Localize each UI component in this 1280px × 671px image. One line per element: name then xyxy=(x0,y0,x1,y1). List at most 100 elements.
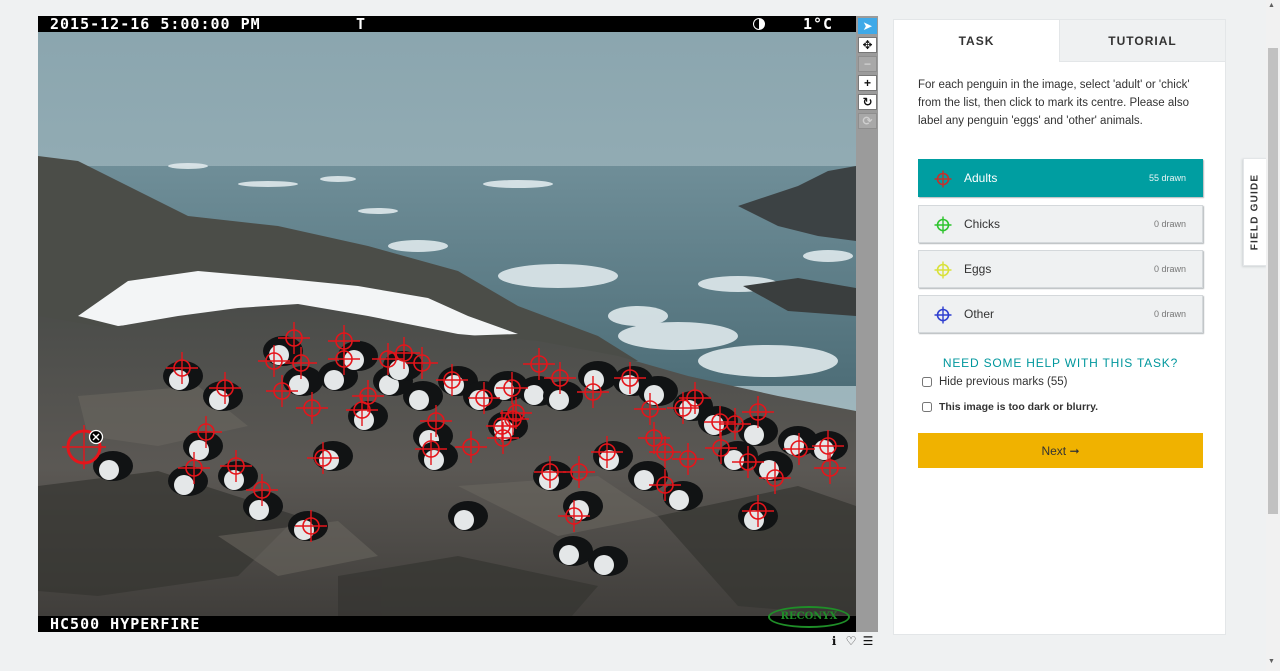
tool-option-label: Eggs xyxy=(964,262,992,276)
adult-penguin-mark[interactable] xyxy=(258,345,290,377)
tool-option-label: Adults xyxy=(964,171,998,185)
adult-penguin-mark[interactable] xyxy=(420,405,452,437)
tool-option-label: Chicks xyxy=(964,217,1001,231)
adult-penguin-mark[interactable] xyxy=(783,433,815,465)
next-button[interactable]: Next ➞ xyxy=(918,433,1203,468)
adult-penguin-mark[interactable] xyxy=(667,392,699,424)
adult-penguin-mark[interactable] xyxy=(523,348,555,380)
too-dark-row[interactable]: This image is too dark or blurry. xyxy=(922,401,1098,413)
adult-penguin-mark[interactable] xyxy=(388,337,420,369)
adult-penguin-mark[interactable] xyxy=(496,372,528,404)
pointer-icon[interactable]: ➤ xyxy=(858,18,877,34)
adult-penguin-mark[interactable] xyxy=(591,436,623,468)
image-toolbar: ➤ ✥ − + ↻ ⟳ xyxy=(856,16,878,632)
adult-penguin-mark[interactable] xyxy=(649,469,681,501)
too-dark-label: This image is too dark or blurry. xyxy=(939,401,1099,413)
hide-marks-row[interactable]: Hide previous marks (55) xyxy=(922,376,1067,388)
adult-penguin-mark[interactable] xyxy=(634,393,666,425)
adult-penguin-mark[interactable] xyxy=(732,446,764,478)
adult-penguin-mark[interactable] xyxy=(178,452,210,484)
page-scrollbar[interactable]: ▲ ▼ xyxy=(1266,0,1280,671)
adult-penguin-mark[interactable] xyxy=(672,443,704,475)
adult-penguin-mark[interactable] xyxy=(705,432,737,464)
adult-penguin-mark[interactable] xyxy=(563,456,595,488)
tool-option-count: 55 drawn xyxy=(1148,173,1186,183)
tab-tutorial[interactable]: TUTORIAL xyxy=(1059,20,1225,62)
scroll-down-icon[interactable]: ▼ xyxy=(1268,658,1275,665)
tab-task[interactable]: TASK xyxy=(894,20,1059,62)
adult-penguin-mark[interactable] xyxy=(742,396,774,428)
tool-option-count: 0 drawn xyxy=(1153,264,1186,274)
tool-option-chicks[interactable]: Chicks 0 drawn xyxy=(918,205,1203,243)
adult-penguin-mark[interactable] xyxy=(759,462,791,494)
zoom-out-icon[interactable]: − xyxy=(858,56,877,72)
camera-model: HC500 HYPERFIRE xyxy=(50,615,201,632)
too-dark-checkbox[interactable] xyxy=(922,402,932,412)
adult-penguin-mark[interactable] xyxy=(352,380,384,412)
camera-flag: T xyxy=(356,16,367,33)
task-instructions: For each penguin in the image, select 'a… xyxy=(918,79,1190,127)
moon-phase-icon xyxy=(753,18,765,30)
adult-penguin-mark[interactable] xyxy=(209,372,241,404)
rotate-icon[interactable]: ↻ xyxy=(858,94,877,110)
subject-meta-icons: ℹ ♡ ☰ xyxy=(827,634,878,648)
scrollbar-thumb[interactable] xyxy=(1268,48,1278,514)
adult-penguin-mark[interactable] xyxy=(346,394,378,426)
move-icon[interactable]: ✥ xyxy=(858,37,877,53)
tool-option-label: Other xyxy=(964,307,995,321)
adult-penguin-mark[interactable] xyxy=(220,450,252,482)
adult-penguin-mark[interactable] xyxy=(285,347,317,379)
adult-penguin-mark[interactable] xyxy=(166,352,198,384)
reset-icon[interactable]: ⟳ xyxy=(858,113,877,129)
tool-option-other[interactable]: Other 0 drawn xyxy=(918,295,1203,333)
adult-penguin-mark[interactable] xyxy=(742,495,774,527)
info-icon[interactable]: ℹ xyxy=(827,634,841,648)
adult-penguin-mark[interactable] xyxy=(295,510,327,542)
reconyx-logo: RECONYX xyxy=(768,606,850,628)
adult-penguin-mark[interactable] xyxy=(812,430,844,462)
camera-timestamp: 2015-12-16 5:00:00 PM xyxy=(50,16,261,33)
tool-option-adults[interactable]: Adults 55 drawn xyxy=(918,159,1203,197)
camera-model-bar: HC500 HYPERFIRE xyxy=(38,616,856,632)
adult-penguin-mark[interactable] xyxy=(190,416,222,448)
scroll-up-icon[interactable]: ▲ xyxy=(1268,2,1275,9)
adult-penguin-mark[interactable] xyxy=(455,431,487,463)
adult-penguin-mark[interactable] xyxy=(814,452,846,484)
tool-option-count: 0 drawn xyxy=(1153,309,1186,319)
help-link[interactable]: NEED SOME HELP WITH THIS TASK? xyxy=(894,356,1227,370)
adult-penguin-mark[interactable] xyxy=(679,382,711,414)
field-guide-label: FIELD GUIDE xyxy=(1249,173,1261,251)
task-tabs: TASK TUTORIAL xyxy=(894,20,1225,62)
adult-penguin-mark[interactable] xyxy=(534,456,566,488)
adult-penguin-mark[interactable] xyxy=(307,442,339,474)
adult-penguin-mark[interactable] xyxy=(468,382,500,414)
delete-mark-icon[interactable] xyxy=(88,429,104,445)
adult-penguin-mark[interactable] xyxy=(246,474,278,506)
list-icon[interactable]: ☰ xyxy=(861,634,875,648)
field-guide-tab[interactable]: FIELD GUIDE xyxy=(1243,158,1267,266)
adult-penguin-mark[interactable] xyxy=(415,433,447,465)
adult-penguin-mark[interactable] xyxy=(719,408,751,440)
adult-penguin-mark[interactable] xyxy=(577,376,609,408)
adult-penguin-mark[interactable] xyxy=(296,392,328,424)
crosshair-icon xyxy=(934,306,952,324)
hide-marks-checkbox[interactable] xyxy=(922,377,932,387)
adult-penguin-mark[interactable] xyxy=(278,322,310,354)
adult-penguin-mark[interactable] xyxy=(436,364,468,396)
adult-penguin-mark[interactable] xyxy=(500,397,532,429)
subject-image-viewer[interactable]: 2015-12-16 5:00:00 PM T 1°C HC500 HYPERF… xyxy=(38,16,856,632)
tool-option-eggs[interactable]: Eggs 0 drawn xyxy=(918,250,1203,288)
task-panel: TASK TUTORIAL For each penguin in the im… xyxy=(893,19,1226,635)
adult-penguin-mark[interactable] xyxy=(328,343,360,375)
crosshair-icon xyxy=(934,170,952,188)
hide-marks-label: Hide previous marks (55) xyxy=(939,376,1068,388)
adult-penguin-mark[interactable] xyxy=(558,500,590,532)
annotation-layer[interactable] xyxy=(38,16,856,632)
adult-penguin-mark[interactable] xyxy=(266,375,298,407)
adult-penguin-mark[interactable] xyxy=(544,362,576,394)
adult-penguin-mark[interactable] xyxy=(704,406,736,438)
adult-penguin-mark[interactable] xyxy=(406,347,438,379)
zoom-in-icon[interactable]: + xyxy=(858,75,877,91)
heart-icon[interactable]: ♡ xyxy=(844,634,858,648)
adult-penguin-mark[interactable] xyxy=(614,362,646,394)
